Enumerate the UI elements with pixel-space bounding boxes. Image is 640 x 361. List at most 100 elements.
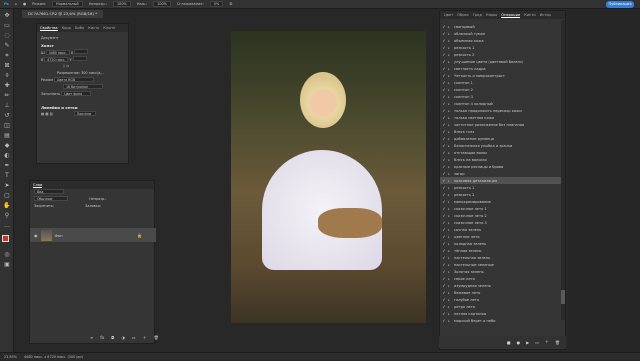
check-icon[interactable]: ✓ <box>440 311 448 316</box>
marquee-tool-icon[interactable]: ▭ <box>3 22 11 30</box>
check-icon[interactable]: ✓ <box>440 129 448 134</box>
guides-icon[interactable]: ▥ <box>50 112 53 116</box>
check-icon[interactable]: ✓ <box>440 143 448 148</box>
width-field[interactable]: 4480 пикс. <box>45 50 70 55</box>
gradient-tool-icon[interactable]: ▤ <box>3 132 11 140</box>
group-icon[interactable]: ▭ <box>132 335 136 341</box>
new-set-icon[interactable]: ▭ <box>535 340 539 345</box>
action-item[interactable]: ✓ ▸ сказочное лето 2 <box>440 212 561 219</box>
tab-layers[interactable]: Слои <box>33 183 43 188</box>
check-icon[interactable]: ✓ <box>440 24 448 29</box>
check-icon[interactable]: ✓ <box>440 164 448 169</box>
tab-corrections[interactable]: Корр <box>62 26 71 30</box>
action-item[interactable]: ✓ ▸ бежевое лето <box>440 289 561 296</box>
history-brush-icon[interactable]: ↺ <box>3 112 11 120</box>
tab-properties[interactable]: Свойства <box>40 26 58 31</box>
tab-brush[interactable]: Кисть <box>88 26 99 30</box>
fill-select[interactable]: Цвет фона <box>61 91 92 96</box>
zoom-level[interactable]: 23,55% <box>4 355 17 359</box>
check-icon[interactable]: ✓ <box>440 262 448 267</box>
check-icon[interactable]: ✓ <box>440 52 448 57</box>
action-item[interactable]: ✓ ▸ сказочное лето 1 <box>440 205 561 212</box>
visibility-eye-icon[interactable]: ◉ <box>34 233 38 238</box>
action-item[interactable]: ✓ ▸ добавление румянца <box>440 135 561 142</box>
check-icon[interactable]: ✓ <box>440 108 448 113</box>
check-icon[interactable]: ✓ <box>440 31 448 36</box>
check-icon[interactable]: ✓ <box>440 185 448 190</box>
action-item[interactable]: ✓ ▸ изумрудная зелень <box>440 282 561 289</box>
check-icon[interactable]: ✓ <box>440 171 448 176</box>
check-icon[interactable]: ✓ <box>440 199 448 204</box>
mask-icon[interactable]: ◘ <box>111 335 114 341</box>
check-icon[interactable]: ✓ <box>440 178 448 183</box>
action-item[interactable]: ✓ ▸ резкость 1 <box>440 184 561 191</box>
blend-mode-select[interactable]: Обычные <box>34 196 68 201</box>
quick-mask-icon[interactable]: ◎ <box>3 251 11 259</box>
check-icon[interactable]: ✓ <box>440 276 448 281</box>
action-item[interactable]: ✓ ▸ светлость кадра <box>440 65 561 72</box>
check-icon[interactable]: ✓ <box>440 227 448 232</box>
eraser-tool-icon[interactable]: ◫ <box>3 122 11 130</box>
mode-select[interactable]: Нормальный <box>52 1 83 7</box>
stop-icon[interactable]: ■ <box>507 340 511 345</box>
delete-action-icon[interactable]: 🗑 <box>555 340 560 345</box>
mode-select[interactable]: Цвета RGB <box>54 77 95 82</box>
check-icon[interactable]: ✓ <box>440 38 448 43</box>
check-icon[interactable]: ✓ <box>440 318 448 323</box>
path-select-icon[interactable]: ➤ <box>3 182 11 190</box>
screen-mode-icon[interactable]: ▣ <box>3 261 11 269</box>
settings-gear-icon[interactable]: ⚙ <box>229 2 232 6</box>
check-icon[interactable]: ✓ <box>440 304 448 309</box>
tab-3[interactable]: Узоры <box>486 13 497 17</box>
check-icon[interactable]: ✓ <box>440 73 448 78</box>
action-item[interactable]: ✓ ▸ Белоснежная улыбка и зрачки <box>440 142 561 149</box>
tab-0[interactable]: Цвет <box>444 13 453 17</box>
action-item[interactable]: ✓ ▸ скинтон 1 <box>440 79 561 86</box>
action-item[interactable]: ✓ ▸ резкость 2 <box>440 191 561 198</box>
action-item[interactable]: ✓ ▸ монохромирование <box>440 198 561 205</box>
check-icon[interactable]: ✓ <box>440 136 448 141</box>
action-item[interactable]: ✓ ▸ только продолжить пересохр кожи <box>440 107 561 114</box>
actions-scrollbar-thumb[interactable] <box>561 290 565 304</box>
record-icon[interactable]: ● <box>517 340 521 345</box>
tab-5[interactable]: Кисти <box>524 13 535 17</box>
new-action-icon[interactable]: ＋ <box>545 339 549 345</box>
tab-4[interactable]: Операции <box>501 13 521 18</box>
action-item[interactable]: ✓ ▸ резкость 2 <box>440 51 561 58</box>
action-item[interactable]: ✓ ▸ голубое лето <box>440 296 561 303</box>
action-item[interactable]: ✓ ▸ частотное разложение без плагинов <box>440 121 561 128</box>
adjustment-icon[interactable]: ◑ <box>121 335 125 341</box>
check-icon[interactable]: ✓ <box>440 122 448 127</box>
tab-6[interactable]: Истор <box>540 13 551 17</box>
action-item[interactable]: ✓ ▸ объемная кожа <box>440 37 561 44</box>
action-item[interactable]: ✓ ▸ пастельная зелень <box>440 254 561 261</box>
action-item[interactable]: ✓ ▸ облачный туман <box>440 30 561 37</box>
check-icon[interactable]: ✓ <box>440 94 448 99</box>
delete-layer-icon[interactable]: 🗑 <box>154 335 159 341</box>
check-icon[interactable]: ✓ <box>440 213 448 218</box>
check-icon[interactable]: ✓ <box>440 241 448 246</box>
layer-row[interactable]: ◉ Фон 🔒 <box>30 228 156 242</box>
shape-tool-icon[interactable]: ▢ <box>3 192 11 200</box>
action-item[interactable]: ✓ ▸ загар <box>440 170 561 177</box>
check-icon[interactable]: ✓ <box>440 87 448 92</box>
landscape-icon[interactable]: ▭ <box>66 64 69 68</box>
canvas-section-title[interactable]: Холст <box>37 42 128 49</box>
ruler-icon[interactable]: ▦ <box>41 112 44 116</box>
move-tool-icon[interactable]: ✥ <box>3 12 11 20</box>
action-item[interactable]: ✓ ▸ улучшение цвета (цветовой баланс) <box>440 58 561 65</box>
blur-tool-icon[interactable]: ◆ <box>3 142 11 150</box>
action-item[interactable]: ✓ ▸ скинтон 2 <box>440 86 561 93</box>
tab-2[interactable]: Град <box>473 13 482 17</box>
zoom-tool-icon[interactable]: ⚲ <box>3 212 11 220</box>
action-item[interactable]: ✓ ▸ резкость 1 <box>440 44 561 51</box>
healing-brush-icon[interactable]: ✚ <box>3 82 11 90</box>
check-icon[interactable]: ✓ <box>440 255 448 260</box>
check-icon[interactable]: ✓ <box>440 115 448 120</box>
tab-1[interactable]: Образ <box>457 13 468 17</box>
action-item[interactable]: ✓ ▸ цветное лето <box>440 233 561 240</box>
flow-input[interactable]: 100% <box>153 1 171 7</box>
action-item[interactable]: ✓ ▸ красивая детализация <box>440 177 561 184</box>
home-icon[interactable]: ⌂ <box>15 2 17 6</box>
check-icon[interactable]: ✓ <box>440 192 448 197</box>
